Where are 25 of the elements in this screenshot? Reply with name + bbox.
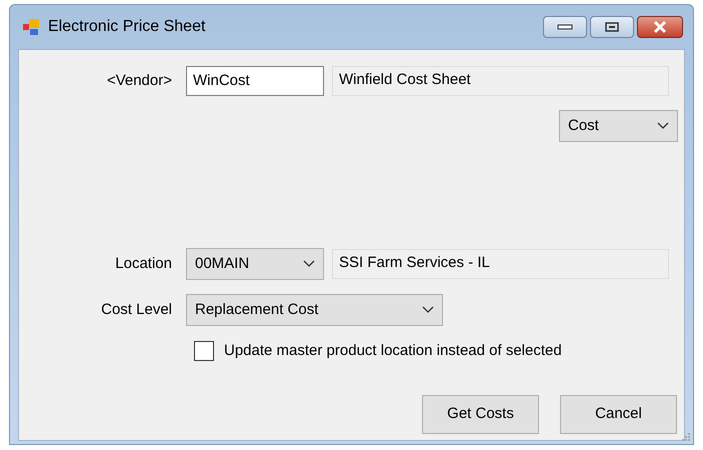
minimize-button[interactable] [543,16,587,38]
maximize-icon [605,22,619,32]
vendor-label[interactable]: <Vendor> [19,70,186,92]
close-button[interactable] [637,16,683,38]
vendor-code-field[interactable]: WinCost [186,66,324,96]
location-label: Location [114,254,173,274]
caret-icon [657,122,669,130]
caret-icon [422,306,434,314]
vendor-name-field: Winfield Cost Sheet [332,66,669,96]
app-icon [22,18,40,36]
cancel-button[interactable]: Cancel [560,394,677,434]
resize-grip-icon[interactable] [681,432,691,442]
location-name-field: SSI Farm Services - IL [332,249,669,279]
maximize-button[interactable] [590,16,634,38]
caret-icon [303,260,315,268]
cost-level-dropdown[interactable]: Replacement Cost [186,294,443,326]
cost-type-dropdown[interactable]: Cost [559,110,678,142]
close-icon [652,20,668,34]
checkbox[interactable] [194,341,214,362]
location-dropdown[interactable]: 00MAIN [186,248,324,280]
window-title: Electronic Price Sheet [48,17,206,37]
cost-level-label: Cost Level [100,300,173,320]
get-costs-button[interactable]: Get Costs [422,394,539,434]
minimize-icon [557,24,573,30]
checkbox-label[interactable]: Update master product location instead of selected [224,340,562,362]
